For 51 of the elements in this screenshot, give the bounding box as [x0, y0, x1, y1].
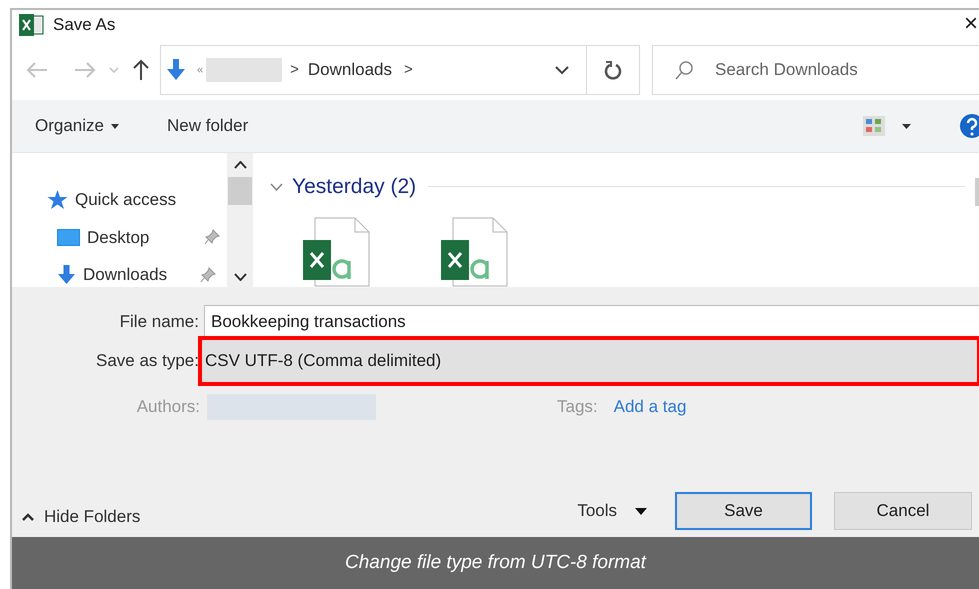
breadcrumb-item[interactable]: Downloads [308, 57, 392, 83]
desktop-icon [57, 228, 80, 246]
excel-icon [19, 14, 44, 36]
chevron-up-icon [22, 513, 34, 521]
chevron-down-icon[interactable] [555, 66, 569, 74]
organize-menu[interactable]: Organize [35, 113, 119, 139]
caret-icon [635, 508, 647, 514]
search-icon [674, 60, 694, 80]
search-field[interactable]: Search Downloads [652, 45, 979, 95]
help-icon[interactable] [959, 113, 979, 139]
refresh-button[interactable] [587, 45, 640, 95]
sidebar-item[interactable]: Downloads [83, 262, 200, 288]
scroll-thumb[interactable] [228, 177, 252, 205]
hide-folders-button[interactable]: Hide Folders [22, 504, 140, 530]
scroll-up-icon[interactable] [234, 161, 246, 169]
field-label: File name: [118, 310, 199, 333]
view-options-icon[interactable] [863, 116, 885, 136]
refresh-icon [604, 60, 622, 80]
up-arrow-icon[interactable] [133, 59, 149, 81]
file-name-field[interactable]: Bookkeeping transactions [204, 305, 979, 338]
address-bar[interactable]: « > Downloads > [160, 45, 587, 95]
save-button[interactable]: Save [675, 492, 812, 530]
save-type-dropdown[interactable]: CSV UTF-8 (Comma delimited) [200, 338, 979, 384]
close-button[interactable]: × [964, 12, 978, 36]
caret-icon [110, 124, 119, 128]
spreadsheet-file-icon[interactable] [303, 216, 371, 286]
overflow-chevron[interactable]: « [197, 62, 204, 78]
download-arrow-icon [166, 59, 186, 81]
window-title: Save As [53, 14, 116, 36]
breadcrumb-separator[interactable]: > [404, 58, 413, 82]
sidebar-item[interactable]: Quick access [75, 187, 192, 212]
collapse-chevron-icon[interactable] [270, 182, 283, 191]
group-header[interactable]: Yesterday (2) [292, 171, 416, 202]
caption: Change file type from UTC-8 format [345, 550, 646, 575]
pin-icon[interactable] [200, 266, 216, 283]
scroll-down-icon[interactable] [234, 273, 246, 281]
spreadsheet-file-icon[interactable] [441, 216, 509, 286]
new-folder-button[interactable]: New folder [166, 113, 248, 139]
field-label: Tags: [557, 396, 598, 418]
cancel-button[interactable]: Cancel [834, 492, 972, 530]
pin-icon[interactable] [204, 229, 220, 246]
breadcrumb-separator[interactable]: > [290, 58, 299, 82]
field-label: Authors: [136, 396, 200, 418]
add-tag-link[interactable]: Add a tag [614, 394, 686, 420]
caret-icon[interactable] [902, 124, 911, 128]
star-icon [47, 190, 68, 210]
download-arrow-icon [57, 264, 76, 285]
sidebar-item[interactable]: Desktop [87, 224, 204, 250]
scrollbar[interactable] [227, 153, 253, 287]
tools-menu[interactable]: Tools [577, 498, 647, 524]
field-label: Save as type: [94, 350, 199, 372]
